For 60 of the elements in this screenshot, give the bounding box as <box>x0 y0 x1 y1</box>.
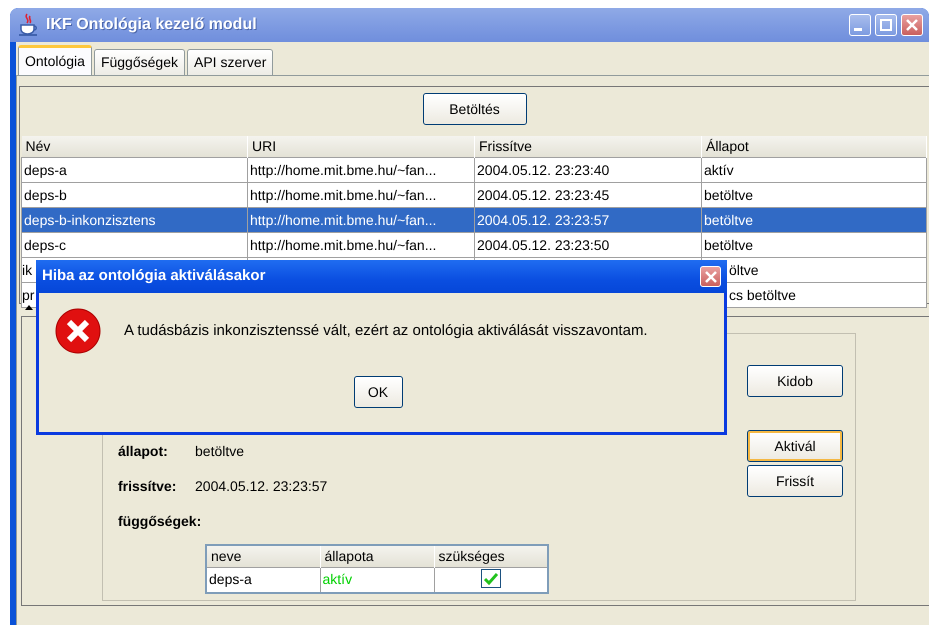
table-cell: 2004.05.12. 23:23:40 <box>477 162 610 178</box>
table-cell: deps-b <box>24 186 67 202</box>
table-cell: pr <box>22 286 34 302</box>
coffee-cup-icon <box>18 13 40 37</box>
table-cell: betöltve <box>704 186 754 202</box>
field-label: állapot: <box>118 442 169 461</box>
checkbox[interactable] <box>480 569 501 588</box>
table-row[interactable]: deps-b-inkonzisztens http://home.mit.bme.hu/~fan... 2004.05.12. 23:23:57 betöltve <box>22 208 926 232</box>
table-cell: http://home.mit.bme.hu/~fan... <box>250 162 436 178</box>
close-icon <box>704 270 716 282</box>
table-cell: ik <box>22 262 32 278</box>
field-label: frissítve: <box>118 477 178 496</box>
column-header[interactable]: Állapot <box>702 136 926 158</box>
minimize-icon <box>854 28 862 30</box>
column-header[interactable]: URI <box>248 136 474 158</box>
table-cell: deps-a <box>209 571 252 588</box>
close-icon <box>906 19 918 31</box>
maximize-icon <box>880 19 892 31</box>
error-icon <box>54 307 102 355</box>
column-header[interactable]: neve <box>206 545 320 568</box>
load-button[interactable]: Betöltés <box>422 93 526 125</box>
table-row[interactable]: deps-b http://home.mit.bme.hu/~fan... 2004.05.12. 23:23:45 betöltve <box>22 182 926 208</box>
field-value: betöltve <box>195 442 244 461</box>
ok-button[interactable]: OK <box>354 376 402 408</box>
table-cell: deps-a <box>24 162 67 178</box>
table-cell: betöltve <box>704 236 754 252</box>
table-cell: deps-b-inkonzisztens <box>24 212 156 228</box>
status-text: aktív <box>322 571 352 588</box>
minimize-button[interactable] <box>849 14 871 36</box>
tab[interactable]: API szerver <box>187 49 274 75</box>
maximize-button[interactable] <box>875 14 897 36</box>
column-header[interactable]: Frissítve <box>474 136 702 158</box>
close-button[interactable] <box>901 14 923 36</box>
action-button[interactable]: Aktivál <box>747 430 843 462</box>
table-cell: betöltve <box>704 212 754 228</box>
collapse-arrow-icon[interactable] <box>25 305 33 310</box>
tab[interactable]: Függőségek <box>94 49 185 75</box>
table-cell: 2004.05.12. 23:23:57 <box>477 212 610 228</box>
close-button[interactable] <box>700 266 721 287</box>
table-cell: http://home.mit.bme.hu/~fan... <box>250 212 436 228</box>
tab[interactable]: Ontológia <box>18 45 92 75</box>
table-row[interactable]: deps-c http://home.mit.bme.hu/~fan... 2004.05.12. 23:23:50 betöltve <box>22 232 926 258</box>
column-header[interactable]: Név <box>22 136 248 158</box>
table-row[interactable]: deps-a http://home.mit.bme.hu/~fan... 2004.05.12. 23:23:40 aktív <box>22 158 926 182</box>
column-header[interactable]: szükséges <box>434 545 548 568</box>
table-cell: http://home.mit.bme.hu/~fan... <box>250 236 436 252</box>
action-button[interactable]: Frissít <box>747 465 843 497</box>
table-cell: deps-c <box>24 236 66 252</box>
column-header[interactable]: állapota <box>320 545 434 568</box>
table-cell: 2004.05.12. 23:23:45 <box>477 186 610 202</box>
table-cell: 2004.05.12. 23:23:50 <box>477 236 610 252</box>
table-cell: aktív <box>704 162 734 178</box>
error-message: A tudásbázis inkonzisztenssé vált, ezért az ontológia aktiválását visszavontam. <box>124 320 648 341</box>
field-label: függőségek: <box>118 512 202 531</box>
action-button[interactable]: Kidob <box>747 365 843 397</box>
table-cell: cs betöltve <box>729 286 796 302</box>
table-cell: öltve <box>729 262 759 278</box>
window-title: IKF Ontológia kezelő modul <box>46 15 257 35</box>
field-value: 2004.05.12. 23:23:57 <box>195 477 328 496</box>
table-cell: http://home.mit.bme.hu/~fan... <box>250 186 436 202</box>
